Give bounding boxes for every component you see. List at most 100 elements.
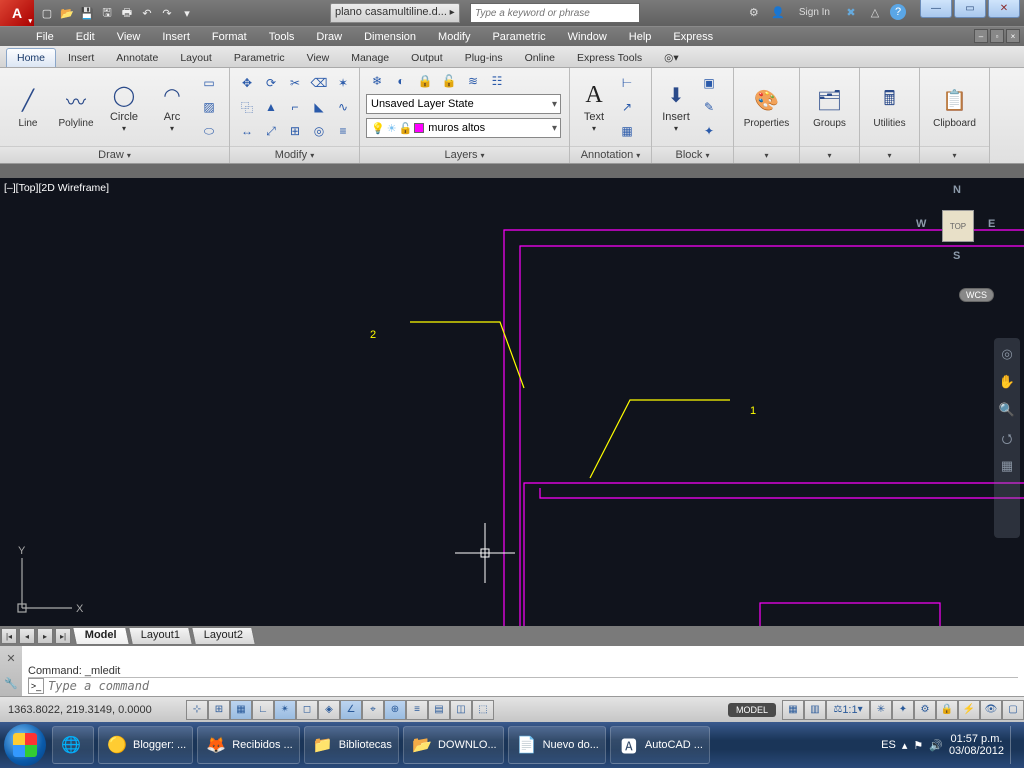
explode-icon[interactable]: ✶ (332, 72, 354, 94)
task-ie[interactable]: 🌐 (52, 726, 94, 764)
start-button[interactable] (4, 724, 46, 766)
open-icon[interactable]: 📂 (58, 4, 76, 22)
grid-toggle[interactable]: ▦ (230, 700, 252, 720)
task-chrome[interactable]: 🟡Blogger: ... (98, 726, 193, 764)
lwt-toggle[interactable]: ≡ (406, 700, 428, 720)
osnap-toggle[interactable]: ◻ (296, 700, 318, 720)
toolbar-lock-icon[interactable]: 🔒 (936, 700, 958, 720)
scale-icon[interactable]: ⤢ (260, 120, 282, 142)
layer-off-icon[interactable]: ◐ (390, 70, 412, 92)
menu-tools[interactable]: Tools (269, 31, 295, 43)
create-block-icon[interactable]: ▣ (698, 72, 720, 94)
attr-icon[interactable]: ✦ (698, 120, 720, 142)
showmotion-icon[interactable]: ▦ (998, 458, 1016, 476)
edit-block-icon[interactable]: ✎ (698, 96, 720, 118)
viewcube-n[interactable]: N (953, 184, 961, 196)
fillet-icon[interactable]: ⌐ (284, 96, 306, 118)
infocenter-icon[interactable]: ⚙ (745, 3, 763, 21)
clean-screen-icon[interactable]: ▢ (1002, 700, 1024, 720)
ducs-toggle[interactable]: ⌖ (362, 700, 384, 720)
viewcube-face[interactable]: TOP (942, 210, 974, 242)
menu-modify[interactable]: Modify (438, 31, 470, 43)
anno-visibility-icon[interactable]: ✳ (870, 700, 892, 720)
close-button[interactable]: ✕ (988, 0, 1020, 18)
tray-clock[interactable]: 01:57 p.m. 03/08/2012 (949, 733, 1004, 757)
menu-help[interactable]: Help (629, 31, 652, 43)
saveas-icon[interactable]: 🖫 (98, 4, 116, 22)
array-icon[interactable]: ⊞ (284, 120, 306, 142)
layout-tab-model[interactable]: Model (72, 627, 130, 645)
redo-icon[interactable]: ↷ (158, 4, 176, 22)
tab-layout[interactable]: Layout (170, 49, 222, 67)
layout-tab-layout1[interactable]: Layout1 (128, 627, 193, 645)
tab-prev-icon[interactable]: ◂ (19, 628, 35, 644)
trim-icon[interactable]: ✂ (284, 72, 306, 94)
tab-manage[interactable]: Manage (341, 49, 399, 67)
user-icon[interactable]: 👤 (769, 3, 787, 21)
layer-lock-icon[interactable]: 🔒 (414, 70, 436, 92)
viewcube-w[interactable]: W (916, 218, 926, 230)
panel-annotation-title[interactable]: Annotation (581, 149, 634, 161)
stretch-icon[interactable]: ↔ (236, 120, 258, 142)
panel-layers-title[interactable]: Layers (444, 149, 477, 161)
autodesk-icon[interactable]: △ (866, 3, 884, 21)
tray-flag-icon[interactable]: ⚑ (913, 739, 923, 752)
anno-scale-button[interactable]: ⚖ 1:1▾ (826, 700, 870, 720)
task-wordpad[interactable]: 📄Nuevo do... (508, 726, 606, 764)
new-icon[interactable]: ▢ (38, 4, 56, 22)
minimize-button[interactable]: — (920, 0, 952, 18)
isolate-objects-icon[interactable]: 👁 (980, 700, 1002, 720)
tab-annotate[interactable]: Annotate (106, 49, 168, 67)
hatch-icon[interactable]: ▨ (198, 96, 220, 118)
undo-icon[interactable]: ↶ (138, 4, 156, 22)
viewport-label[interactable]: [–][Top][2D Wireframe] (4, 182, 109, 194)
layout-tab-layout2[interactable]: Layout2 (191, 627, 256, 645)
infer-toggle[interactable]: ⊹ (186, 700, 208, 720)
orbit-icon[interactable]: ⭯ (998, 430, 1016, 448)
menu-draw[interactable]: Draw (316, 31, 342, 43)
leader-icon[interactable]: ↗ (616, 96, 638, 118)
copy-icon[interactable]: ⿻ (236, 96, 258, 118)
line-button[interactable]: ╱Line (6, 74, 50, 140)
viewcube-e[interactable]: E (988, 218, 995, 230)
task-autocad[interactable]: 🅰AutoCAD ... (610, 726, 710, 764)
zoom-icon[interactable]: 🔍 (998, 402, 1016, 420)
menu-file[interactable]: File (36, 31, 54, 43)
menu-format[interactable]: Format (212, 31, 247, 43)
tab-online[interactable]: Online (515, 49, 565, 67)
fullnav-icon[interactable]: ◎ (998, 346, 1016, 364)
dyn-toggle[interactable]: ⊕ (384, 700, 406, 720)
plot-icon[interactable]: 🖶 (118, 4, 136, 22)
help-icon[interactable]: ? (890, 4, 906, 20)
workspace-switch-icon[interactable]: ⚙ (914, 700, 936, 720)
qp-toggle[interactable]: ◫ (450, 700, 472, 720)
ortho-toggle[interactable]: ∟ (252, 700, 274, 720)
task-explorer2[interactable]: 📂DOWNLO... (403, 726, 504, 764)
panel-modify-title[interactable]: Modify (275, 149, 307, 161)
drawing-canvas[interactable]: 2 1 Y X TOP N S W E WCS ◎ ✋ 🔍 ⭯ ▦ (0, 178, 1024, 626)
dimension-icon[interactable]: ⊢ (616, 72, 638, 94)
tray-volume-icon[interactable]: 🔊 (929, 739, 943, 752)
exchange-icon[interactable]: ✖ (842, 3, 860, 21)
clipboard-button[interactable]: 📋Clipboard (933, 74, 977, 140)
pan-icon[interactable]: ✋ (998, 374, 1016, 392)
layer-props-icon[interactable]: ☷ (486, 70, 508, 92)
tab-parametric[interactable]: Parametric (224, 49, 295, 67)
app-menu-button[interactable]: A (0, 0, 34, 26)
menu-window[interactable]: Window (568, 31, 607, 43)
arc-button[interactable]: ◠Arc▾ (150, 74, 194, 140)
table-icon[interactable]: ▦ (616, 120, 638, 142)
properties-button[interactable]: 🎨Properties (745, 74, 789, 140)
task-firefox[interactable]: 🦊Recibidos ... (197, 726, 300, 764)
panel-draw-title[interactable]: Draw (98, 149, 124, 161)
polyline-button[interactable]: 〰Polyline (54, 74, 98, 140)
tpy-toggle[interactable]: ▤ (428, 700, 450, 720)
layer-state-combo[interactable]: Unsaved Layer State (366, 94, 561, 114)
command-input[interactable] (48, 679, 1018, 693)
tab-plugins[interactable]: Plug-ins (455, 49, 513, 67)
wcs-badge[interactable]: WCS (959, 288, 994, 302)
tab-next-icon[interactable]: ▸ (37, 628, 53, 644)
save-icon[interactable]: 💾 (78, 4, 96, 22)
ribbon-focus-icon[interactable]: ◎▾ (654, 49, 688, 67)
ellipse-icon[interactable]: ⬭ (198, 120, 220, 142)
